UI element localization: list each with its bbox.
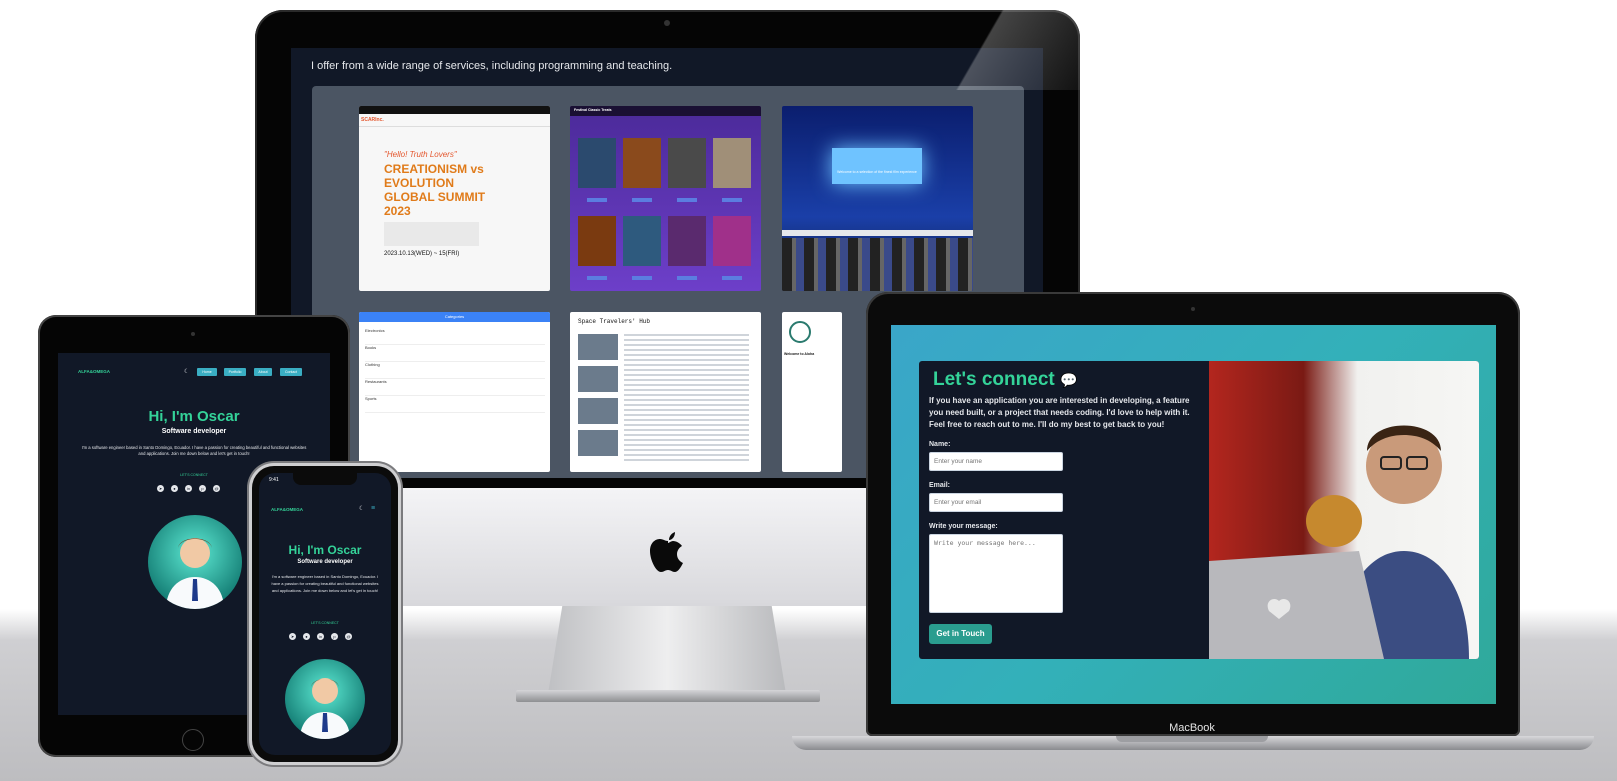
tablet-camera [191,332,195,336]
globe-icon [789,321,811,343]
hero-role: Software developer [161,428,227,435]
linkedin-icon[interactable]: in [317,633,324,640]
hero-greeting: Hi, I'm Oscar [288,543,362,557]
project-title: Space Travelers' Hub [578,318,651,325]
hero-bio: I'm a software engineer based in Santo D… [81,445,307,456]
hero-bio: I'm a software engineer based in Santo D… [271,574,379,593]
menu-icon[interactable]: ≡ [371,505,375,512]
project-card-movies[interactable]: Festival Classic Treats [570,106,761,291]
moon-icon[interactable]: ☾ [184,368,189,375]
project-headline: CREATIONISM vs EVOLUTION GLOBAL SUMMIT 2… [384,162,486,218]
moon-icon[interactable]: ☾ [359,505,364,512]
project-card-aloha[interactable]: Welcome to Aloha [782,312,842,472]
linkedin-icon[interactable]: in [185,485,192,492]
email-icon[interactable]: @ [345,633,352,640]
contact-card: Let's connect 💬 If you have an applicati… [919,361,1479,659]
message-label: Write your message: [929,523,998,530]
phone-notch [293,473,357,485]
project-date: 2023.10.13(WED) ~ 15(FRI) [384,251,460,257]
github-icon[interactable]: ● [171,485,178,492]
contact-intro: If you have an application you are inter… [929,396,1190,429]
project-title: "Hello! Truth Lovers" [384,150,457,159]
phone-screen: 9:41 ALFA&OMEGA ☾ ≡ Hi, I'm Oscar Softwa… [259,473,391,755]
project-title: Welcome to Aloha [784,352,815,356]
name-input[interactable] [929,452,1063,471]
nav-home[interactable]: Home [197,368,217,376]
name-label: Name: [929,441,951,448]
email-icon[interactable]: @ [213,485,220,492]
chat-bubble-icon: 💬 [1060,372,1078,388]
list-item: Restaurants [365,379,545,396]
email-input[interactable] [929,493,1063,512]
phone-frame: 9:41 ALFA&OMEGA ☾ ≡ Hi, I'm Oscar Softwa… [252,466,398,762]
pinterest-icon[interactable]: p [331,633,338,640]
email-label: Email: [929,482,951,489]
nav-portfolio[interactable]: Portfolio [224,368,246,376]
apple-logo-icon [650,532,683,572]
project-card-summit[interactable]: SCARInc. "Hello! Truth Lovers" CREATIONI… [359,106,550,291]
get-in-touch-button[interactable]: Get in Touch [929,624,992,644]
services-heading: I offer from a wide range of services, i… [311,60,673,72]
pinterest-icon[interactable]: p [199,485,206,492]
status-time: 9:41 [269,477,279,483]
imac-base [516,690,820,702]
contact-heading-text: Let's connect [933,369,1055,390]
project-brand: SCARInc. [361,117,384,123]
project-card-cinema[interactable]: Welcome to a selection of the finest fil… [782,106,973,291]
list-item: Clothing [365,362,545,379]
home-button[interactable] [182,729,204,751]
hero-role: Software developer [297,559,353,565]
project-card-categories[interactable]: Categories Electronics Books Clothing Re… [359,312,550,472]
screen-glare [900,10,1080,90]
developer-photo [1209,361,1479,659]
macbook-label: MacBook [1169,722,1215,734]
imac-camera [664,20,670,26]
list-item: Sports [365,396,545,413]
site-logo[interactable]: ALFA&OMEGA [271,507,303,512]
site-logo[interactable]: ALFA&OMEGA [78,369,110,374]
github-icon[interactable]: ● [303,633,310,640]
list-item: Books [365,345,545,362]
message-textarea[interactable] [929,534,1063,613]
nav-contact[interactable]: Contact [280,368,302,376]
nav-about[interactable]: About [254,368,272,376]
project-title: Categories [359,312,550,322]
project-title: Welcome to a selection of the finest fil… [837,170,917,174]
telegram-icon[interactable]: ➤ [289,633,296,640]
imac-stand [548,606,786,694]
movie-posters [578,138,751,280]
contact-heading: Let's connect 💬 [933,369,1077,391]
avatar [285,659,365,739]
lets-connect-link[interactable]: LET'S CONNECT [259,621,391,625]
macbook-notch [1116,736,1268,742]
list-item: Electronics [365,328,545,345]
telegram-icon[interactable]: ➤ [157,485,164,492]
project-title: Festival Classic Treats [574,108,612,112]
project-card-space[interactable]: Space Travelers' Hub [570,312,761,472]
avatar [148,515,242,609]
macbook-camera [1191,307,1195,311]
macbook-screen: Let's connect 💬 If you have an applicati… [891,325,1496,704]
hero-greeting: Hi, I'm Oscar [148,408,240,425]
